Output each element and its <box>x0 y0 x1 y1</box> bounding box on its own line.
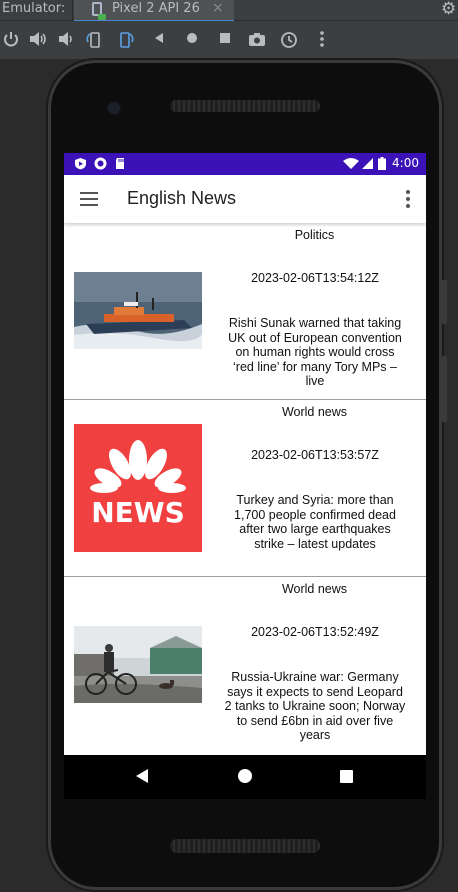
nbc-news-logo: NEWS <box>74 424 202 552</box>
device-icon <box>92 2 106 20</box>
svg-text:NEWS: NEWS <box>91 496 185 529</box>
article-date: 2023-02-06T13:53:57Z <box>251 448 379 462</box>
device-tab-label: Pixel 2 API 26 <box>112 1 200 16</box>
overflow-menu-icon[interactable] <box>406 190 410 208</box>
sd-card-icon <box>116 158 124 169</box>
article-title: Russia-Ukraine war: Germany says it expe… <box>224 670 406 742</box>
news-list-item[interactable]: World news 2023-02-06T13:52:49Z Russia-U… <box>64 577 426 754</box>
volume-up-icon[interactable] <box>28 30 48 50</box>
device-tab[interactable]: Pixel 2 API 26 × <box>74 0 234 22</box>
emulator-toolbar <box>0 21 458 59</box>
news-list-item[interactable]: Politics 2023-02-06T13:54:12Z Rishi Suna… <box>64 223 426 400</box>
battery-icon <box>378 157 386 170</box>
more-icon[interactable] <box>312 30 332 50</box>
bottom-speaker <box>170 839 320 853</box>
screenshot-icon[interactable] <box>247 30 267 50</box>
divider <box>72 0 73 20</box>
status-time: 4:00 <box>392 156 419 170</box>
article-title: Rishi Sunak warned that taking UK out of… <box>228 316 402 388</box>
front-camera <box>108 102 120 114</box>
news-list: Politics 2023-02-06T13:54:12Z Rishi Suna… <box>64 223 426 754</box>
app-bar: English News <box>64 175 426 223</box>
article-category: Politics <box>294 228 335 242</box>
rotate-right-icon[interactable] <box>116 30 136 50</box>
article-category: World news <box>281 582 348 596</box>
close-icon[interactable]: × <box>212 0 224 16</box>
nav-recents-icon[interactable] <box>340 770 353 783</box>
wifi-icon <box>343 158 359 169</box>
gear-icon[interactable]: ⚙ <box>441 0 456 19</box>
snapshot-icon[interactable] <box>279 30 299 50</box>
signal-icon <box>362 158 373 169</box>
app-title: English News <box>127 188 237 208</box>
power-icon[interactable] <box>1 30 21 50</box>
hamburger-menu-icon[interactable] <box>80 192 98 206</box>
news-list-item[interactable]: World news NEWS 2023-02-06T13:53:57Z Tur… <box>64 400 426 577</box>
side-button <box>441 280 447 324</box>
article-image-cyclist <box>74 626 202 703</box>
article-title: Turkey and Syria: more than 1,700 people… <box>234 493 396 551</box>
shield-icon <box>75 158 86 170</box>
side-button <box>441 356 447 422</box>
top-speaker <box>170 100 320 112</box>
overview-icon[interactable] <box>215 30 235 50</box>
article-date: 2023-02-06T13:52:49Z <box>251 625 379 639</box>
emulator-title-bar: Emulator: Pixel 2 API 26 × ⚙ <box>0 0 458 22</box>
device-screen: 4:00 English News Politics 2023-02-06T13… <box>64 153 426 755</box>
home-icon[interactable] <box>182 30 202 50</box>
sync-icon <box>94 157 107 170</box>
system-navigation-bar <box>64 755 426 799</box>
article-date: 2023-02-06T13:54:12Z <box>251 271 379 285</box>
article-image-lifeboat <box>74 272 202 349</box>
nav-back-icon[interactable] <box>136 769 148 783</box>
back-icon[interactable] <box>149 30 169 50</box>
emulator-label: Emulator: <box>2 1 66 16</box>
volume-down-icon[interactable] <box>56 30 76 50</box>
nav-home-icon[interactable] <box>238 769 252 783</box>
peacock-icon: NEWS <box>74 424 202 552</box>
status-bar: 4:00 <box>64 153 426 175</box>
rotate-left-icon[interactable] <box>84 30 104 50</box>
article-category: World news <box>281 405 348 419</box>
